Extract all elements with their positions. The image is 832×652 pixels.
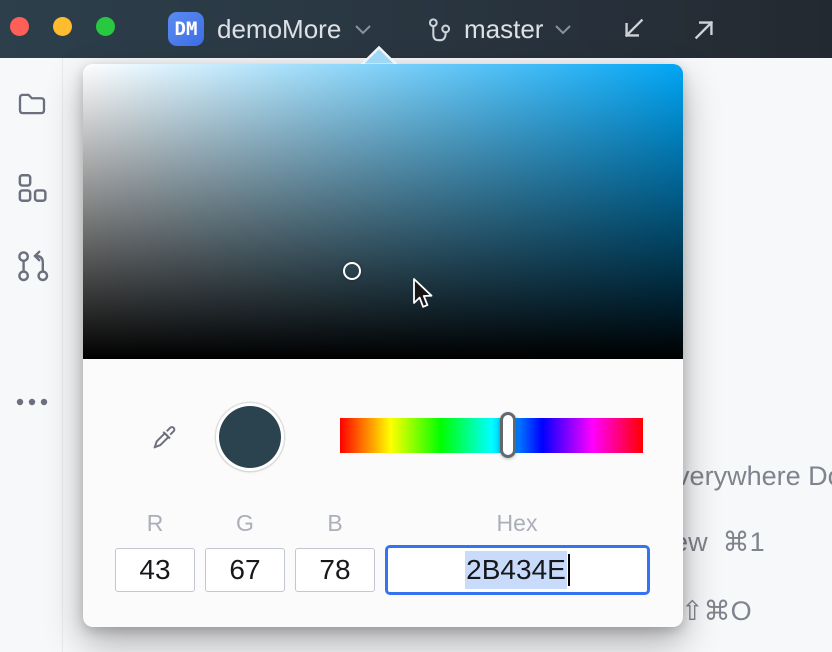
close-window-button[interactable]	[10, 17, 29, 36]
red-value: 43	[139, 554, 170, 586]
arrow-up-right-icon	[690, 14, 720, 44]
blue-value: 78	[319, 554, 350, 586]
modules-icon	[15, 171, 49, 205]
green-value: 67	[229, 554, 260, 586]
color-picker-popup: R G B Hex 43 67 78 2B434E	[83, 64, 683, 627]
folder-icon	[16, 88, 48, 120]
git-update-icon	[14, 247, 50, 283]
chevron-down-icon	[554, 23, 572, 35]
text-caret	[568, 554, 570, 586]
popup-arrow	[359, 46, 399, 65]
project-switcher[interactable]: DM demoMore	[168, 0, 372, 58]
eyedropper-button[interactable]	[149, 421, 181, 453]
current-color-swatch	[219, 406, 281, 468]
git-branch-widget[interactable]: master	[426, 0, 572, 58]
chevron-down-icon	[354, 23, 372, 35]
hue-slider[interactable]	[340, 418, 643, 453]
sidebar-item-more[interactable]	[14, 384, 50, 420]
sidebar-item-version-control[interactable]	[14, 247, 50, 283]
minimize-window-button[interactable]	[53, 17, 72, 36]
hex-value-selected-text: 2B434E	[465, 551, 567, 589]
hue-slider-handle[interactable]	[500, 412, 516, 458]
green-label: G	[200, 510, 290, 537]
project-name: demoMore	[217, 14, 341, 45]
mouse-cursor	[409, 278, 435, 312]
sidebar-item-project[interactable]	[14, 86, 50, 122]
title-bar: DM demoMore master	[0, 0, 832, 58]
more-dots-icon	[15, 397, 49, 407]
red-input[interactable]: 43	[115, 548, 195, 592]
sidebar-item-structure[interactable]	[14, 170, 50, 206]
git-branch-icon	[426, 16, 453, 43]
branch-name: master	[464, 14, 543, 45]
zoom-window-button[interactable]	[96, 17, 115, 36]
eyedropper-icon	[150, 422, 180, 452]
project-avatar: DM	[168, 12, 204, 46]
green-input[interactable]: 67	[205, 548, 285, 592]
blue-label: B	[290, 510, 380, 537]
hex-label: Hex	[472, 510, 562, 537]
ide-window: DM demoMore master	[0, 0, 832, 652]
arrow-down-left-icon	[618, 14, 648, 44]
blue-input[interactable]: 78	[295, 548, 375, 592]
update-project-button[interactable]	[618, 14, 648, 47]
toolwindow-sidebar	[0, 58, 63, 652]
red-label: R	[110, 510, 200, 537]
push-commits-button[interactable]	[690, 14, 720, 47]
saturation-value-area[interactable]	[83, 64, 683, 359]
hex-input[interactable]: 2B434E	[385, 545, 650, 595]
window-controls	[10, 17, 115, 36]
color-position-marker	[343, 262, 361, 280]
